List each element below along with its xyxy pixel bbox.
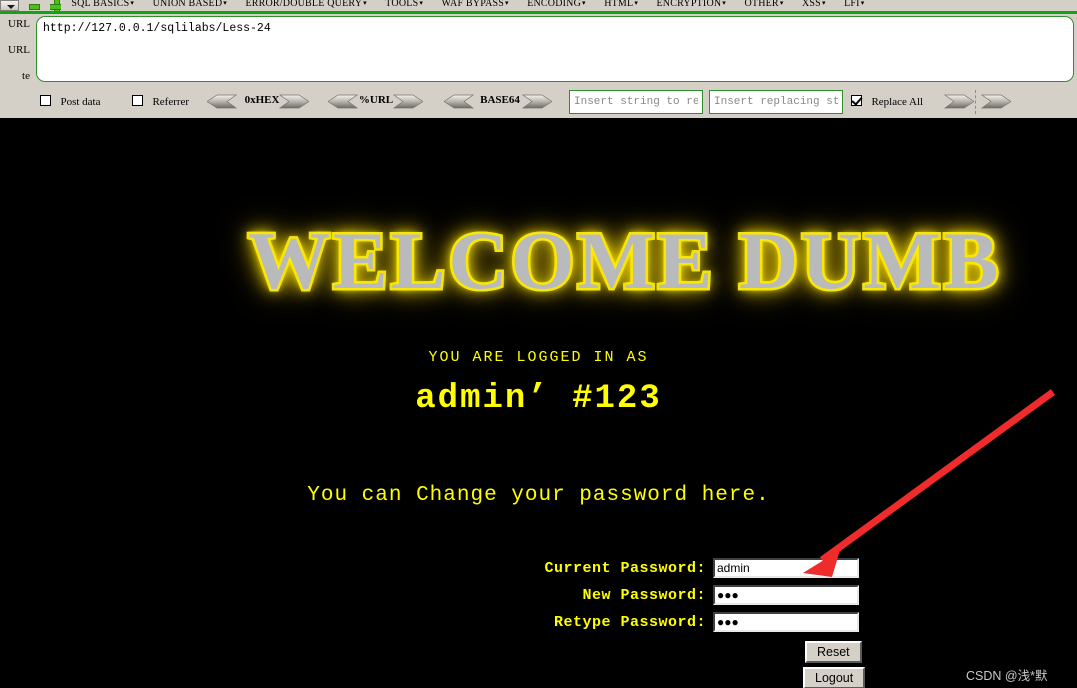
current-password-row: Current Password: [0, 558, 1077, 584]
url-decode-button[interactable] [328, 94, 358, 109]
replace-all-label: Replace All [871, 95, 924, 108]
menu-other-label: OTHER [744, 0, 779, 9]
chevron-left-icon [444, 94, 474, 109]
chevron-down-icon: ▾ [722, 0, 727, 7]
welcome-banner: WELCOME DUMB [246, 213, 1077, 308]
toolbar-controls-row: Post data Referrer 0xHEX %URL BASE64 Ins… [0, 90, 1077, 114]
menu-underline [0, 11, 1077, 14]
current-password-input[interactable] [713, 558, 859, 578]
menu-bar: SQL BASICS▾ UNION BASED▾ ERROR/DOUBLE QU… [0, 0, 1077, 11]
load-url-label: URL [8, 18, 30, 30]
menu-error-double-query[interactable]: ERROR/DOUBLE QUERY▾ [245, 0, 366, 10]
referrer-label: Referrer [152, 95, 190, 108]
hackbar-toolbar: SQL BASICS▾ UNION BASED▾ ERROR/DOUBLE QU… [0, 0, 1077, 118]
base64-encoder-label: BASE64 [480, 94, 520, 106]
base64-encode-button[interactable] [522, 94, 552, 109]
url-encoder-label: %URL [358, 94, 394, 106]
menu-other[interactable]: OTHER▾ [744, 0, 783, 10]
welcome-banner-text: WELCOME DUMB [246, 213, 1002, 308]
post-data-label: Post data [60, 95, 101, 108]
replace-apply-button[interactable] [944, 94, 974, 109]
menu-union-based-label: UNION BASED [152, 0, 223, 9]
chevron-down-icon: ▾ [582, 0, 586, 7]
menu-error-double-query-label: ERROR/DOUBLE QUERY [245, 0, 363, 9]
new-password-row: New Password: [0, 585, 1077, 611]
post-data-checkbox-group[interactable]: Post data [40, 93, 100, 109]
replace-with-input[interactable] [709, 90, 843, 114]
post-data-checkbox[interactable] [40, 95, 51, 107]
menu-lfi[interactable]: LFI▾ [844, 0, 864, 10]
minus-icon[interactable] [28, 0, 41, 11]
chevron-down-icon: ▾ [363, 0, 367, 7]
chevron-down-icon: ▾ [821, 0, 826, 7]
replace-search-input[interactable] [569, 90, 703, 114]
replace-all-checkbox-group[interactable]: Replace All [851, 93, 923, 109]
url-input[interactable] [36, 16, 1074, 82]
new-password-label: New Password: [582, 587, 706, 604]
chevron-left-icon [328, 94, 358, 109]
menu-html-label: HTML [604, 0, 634, 9]
menu-waf-bypass-label: WAF BYPASS [441, 0, 505, 9]
plus-icon[interactable] [49, 0, 61, 11]
execute-label: te [22, 70, 30, 82]
menu-sql-basics-label: SQL BASICS [71, 0, 130, 9]
menu-union-based[interactable]: UNION BASED▾ [153, 0, 227, 10]
menu-tools[interactable]: TOOLS▾ [385, 0, 423, 10]
chevron-down-icon: ▾ [860, 0, 865, 7]
logged-in-label: YOU ARE LOGGED IN AS [428, 349, 649, 366]
chevron-down-icon: ▾ [634, 0, 639, 7]
url-encode-button[interactable] [393, 94, 423, 109]
chevron-left-icon [207, 94, 237, 109]
replace-all-checkbox[interactable] [851, 95, 862, 107]
chevron-right-icon [279, 94, 309, 109]
retype-password-row: Retype Password: [0, 612, 1077, 638]
menu-xss-label: XSS [801, 0, 821, 9]
hex-encode-button[interactable] [279, 94, 309, 109]
menu-encoding-label: ENCODING [527, 0, 582, 9]
csdn-watermark: CSDN @浅*默 [966, 669, 1048, 683]
retype-password-input[interactable] [713, 612, 859, 632]
chevron-right-icon [393, 94, 423, 109]
menu-waf-bypass[interactable]: WAF BYPASS▾ [442, 0, 509, 10]
retype-password-label: Retype Password: [553, 614, 706, 631]
chevron-down-icon: ▾ [779, 0, 784, 7]
chevron-down-icon: ▾ [130, 0, 135, 7]
sqli-labs-page: WELCOME DUMB YOU ARE LOGGED IN AS admin’… [0, 118, 1077, 688]
logged-in-username: admin’ #123 [415, 380, 662, 418]
change-password-form: Current Password: New Password: Retype P… [0, 558, 1077, 639]
referrer-checkbox[interactable] [132, 95, 143, 107]
menu-sql-basics[interactable]: SQL BASICS▾ [71, 0, 134, 10]
chevron-down-icon: ▾ [223, 0, 227, 7]
chevron-down-icon: ▾ [505, 0, 509, 7]
chevron-right-icon [522, 94, 552, 109]
chevron-right-icon [981, 94, 1011, 109]
change-password-text: You can Change your password here. [307, 484, 770, 507]
split-url-label: URL [8, 44, 30, 56]
menu-lfi-label: LFI [844, 0, 860, 9]
toolbar-divider [975, 90, 976, 114]
chevron-right-icon [944, 94, 974, 109]
chevron-down-icon: ▾ [419, 0, 424, 7]
logout-button[interactable]: Logout [803, 667, 866, 688]
current-password-label: Current Password: [544, 560, 706, 577]
new-password-input[interactable] [713, 585, 859, 605]
execute-button[interactable] [981, 94, 1011, 109]
menu-tools-label: TOOLS [385, 0, 419, 9]
hex-decode-button[interactable] [207, 94, 237, 109]
base64-decode-button[interactable] [444, 94, 474, 109]
profile-dropdown-button[interactable] [0, 0, 19, 11]
menu-xss[interactable]: XSS▾ [802, 0, 826, 10]
referrer-checkbox-group[interactable]: Referrer [132, 93, 189, 109]
menu-encoding[interactable]: ENCODING▾ [527, 0, 586, 10]
menu-encryption-label: ENCRYPTION [656, 0, 722, 9]
menu-html[interactable]: HTML▾ [604, 0, 638, 10]
menu-encryption[interactable]: ENCRYPTION▾ [657, 0, 727, 10]
reset-button[interactable]: Reset [805, 641, 862, 663]
